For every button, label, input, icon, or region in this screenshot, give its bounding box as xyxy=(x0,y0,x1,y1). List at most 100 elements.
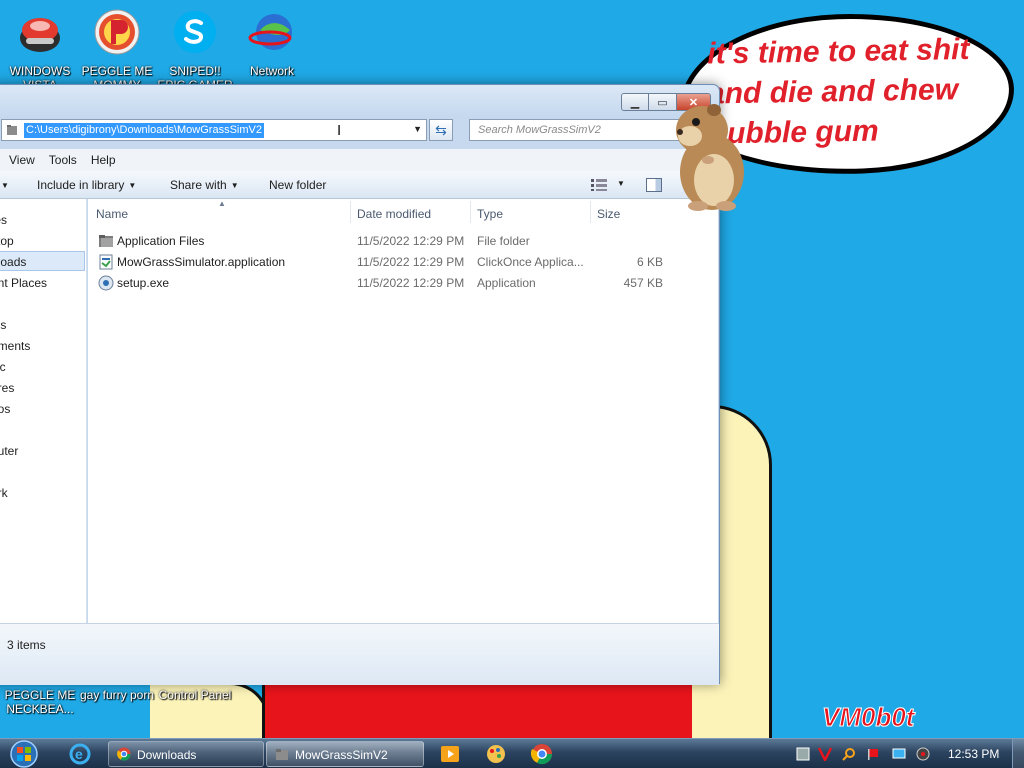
include-in-library-button[interactable]: Include in library ▼ xyxy=(37,178,136,192)
globe-icon xyxy=(20,18,60,52)
nav-item-videos[interactable]: eos xyxy=(0,402,10,416)
status-bar: 3 items xyxy=(0,623,719,685)
nav-item-documents[interactable]: uments xyxy=(0,339,30,353)
taskbar-button-downloads[interactable]: Downloads xyxy=(108,741,264,767)
preview-pane-icon[interactable] xyxy=(646,178,662,192)
tray-monitor-icon[interactable] xyxy=(892,747,906,761)
nav-item-libraries[interactable]: ies xyxy=(0,318,6,332)
tray-flag-icon[interactable] xyxy=(866,747,880,761)
file-size: 6 KB xyxy=(636,255,663,269)
column-separator[interactable] xyxy=(470,201,471,223)
address-row: C:\Users\digibrony\Downloads\MowGrassSim… xyxy=(0,119,719,149)
tray-volume-icon[interactable] xyxy=(916,747,930,761)
tray-antivirus-icon[interactable] xyxy=(818,747,832,761)
chevron-down-icon: ▼ xyxy=(230,181,239,190)
desktop-icon-sniped-epic-gamer[interactable]: SNIPED!! EPIC GAMER 360 xyxy=(155,8,235,92)
folder-icon xyxy=(99,235,113,247)
refresh-button[interactable]: ⇆ xyxy=(429,119,453,141)
file-row-application-files[interactable]: Application Files 11/5/2022 12:29 PM Fil… xyxy=(88,231,718,252)
file-name: MowGrassSimulator.application xyxy=(117,255,286,269)
file-row-setup-exe[interactable]: setup.exe 11/5/2022 12:29 PM Application… xyxy=(88,273,718,294)
column-header-size[interactable]: Size xyxy=(597,207,620,221)
folder-icon xyxy=(7,125,17,135)
file-date: 11/5/2022 12:29 PM xyxy=(357,276,465,290)
nav-item-recent-places[interactable]: ent Places xyxy=(0,276,47,290)
nav-item-downloads[interactable]: nloads xyxy=(0,255,26,269)
menu-help[interactable]: Help xyxy=(91,153,116,167)
new-folder-button[interactable]: New folder xyxy=(269,178,326,192)
column-header-name[interactable]: Name xyxy=(96,207,128,221)
sort-ascending-icon: ▲ xyxy=(218,199,226,208)
file-date: 11/5/2022 12:29 PM xyxy=(357,255,465,269)
desktop-icon-label: gay furry porn xyxy=(79,688,155,702)
paint-icon[interactable] xyxy=(484,742,508,766)
column-separator[interactable] xyxy=(350,201,351,223)
setup-exe-icon xyxy=(98,275,114,291)
minimize-button[interactable]: ▁ xyxy=(621,93,649,111)
chevron-down-icon[interactable]: ▼ xyxy=(617,179,625,188)
chevron-down-icon: ▼ xyxy=(128,181,137,190)
file-date: 11/5/2022 12:29 PM xyxy=(357,234,465,248)
taskbar-button-mowgrasssimv2[interactable]: MowGrassSimV2 xyxy=(266,741,424,767)
desktop-icon-label: Control Panel xyxy=(158,688,232,702)
nav-item-network[interactable]: ork xyxy=(0,486,8,500)
nav-item-pictures[interactable]: ures xyxy=(0,381,14,395)
menu-bar: View Tools Help xyxy=(0,149,719,171)
explorer-window: ▁ ▭ ✕ C:\Users\digibrony\Downloads\MowGr… xyxy=(0,84,720,685)
address-bar[interactable]: C:\Users\digibrony\Downloads\MowGrassSim… xyxy=(1,119,427,141)
show-desktop-button[interactable] xyxy=(1012,739,1024,768)
signature-text: VM0b0t xyxy=(821,702,915,733)
tray-search-icon[interactable] xyxy=(842,747,856,761)
view-options-icon[interactable] xyxy=(591,179,607,191)
desktop-icon-peggle-neckbeard[interactable]: PEGGLE ME NECKBEA... xyxy=(0,688,80,716)
desktop-icon-network[interactable]: Network xyxy=(232,8,312,92)
menu-tools[interactable]: Tools xyxy=(49,153,77,167)
speech-line-1: it's time to eat shit xyxy=(707,32,970,71)
desktop-icon-folder[interactable]: gay furry porn xyxy=(77,688,157,716)
column-separator[interactable] xyxy=(590,201,591,223)
file-type: ClickOnce Applica... xyxy=(477,255,584,269)
taskbar-clock[interactable]: 12:53 PM xyxy=(948,747,999,761)
column-header-date-modified[interactable]: Date modified xyxy=(357,207,431,221)
refresh-icon: ⇆ xyxy=(435,122,447,138)
share-with-label: Share with xyxy=(170,178,227,192)
media-player-icon[interactable] xyxy=(438,742,462,766)
start-button[interactable] xyxy=(6,740,42,768)
desktop-icon-label: PEGGLE ME NECKBEA... xyxy=(4,688,76,716)
folder-icon xyxy=(276,749,288,760)
file-name: Application Files xyxy=(117,234,205,248)
search-input[interactable]: Search MowGrassSimV2 xyxy=(469,119,689,141)
column-header-type[interactable]: Type xyxy=(477,207,503,221)
svg-text:e: e xyxy=(75,746,83,762)
chrome-icon[interactable] xyxy=(530,742,554,766)
skype-icon xyxy=(174,11,216,53)
include-in-library-label: Include in library xyxy=(37,178,125,192)
desktop-icon-peggle-me-mommy[interactable]: PEGGLE ME MOMMY xyxy=(77,8,157,92)
file-row-mowgrasssimulator-application[interactable]: MowGrassSimulator.application 11/5/2022 … xyxy=(88,252,718,273)
maximize-icon: ▭ xyxy=(657,96,668,109)
text-cursor-icon: I xyxy=(337,122,342,139)
file-type: File folder xyxy=(477,234,530,248)
internet-explorer-icon[interactable]: e xyxy=(68,742,92,766)
organize-dropdown-icon[interactable]: ▼ xyxy=(0,178,9,192)
chrome-icon xyxy=(117,747,131,761)
peggle-icon xyxy=(94,9,140,55)
nav-item-music[interactable]: sic xyxy=(0,360,6,374)
file-list: ▲ Name Date modified Type Size Applicati… xyxy=(88,199,718,623)
tray-network-icon[interactable] xyxy=(796,747,810,761)
address-path[interactable]: C:\Users\digibrony\Downloads\MowGrassSim… xyxy=(24,123,264,138)
desktop-icon-control-panel[interactable]: Control Panel xyxy=(155,688,235,716)
window-titlebar[interactable]: ▁ ▭ ✕ xyxy=(0,85,719,119)
command-toolbar: ▼ Include in library ▼ Share with ▼ New fo… xyxy=(0,171,719,199)
taskbar: e Downloads MowGrassSimV2 12:53 PM xyxy=(0,738,1024,768)
desktop-icon-windows-vista[interactable]: WINDOWS VISTA xyxy=(0,8,80,92)
item-count: 3 items xyxy=(7,638,46,652)
share-with-button[interactable]: Share with ▼ xyxy=(170,178,239,192)
chevron-down-icon[interactable]: ▼ xyxy=(413,124,422,134)
menu-view[interactable]: View xyxy=(9,153,35,167)
nav-item-computer[interactable]: outer xyxy=(0,444,18,458)
nav-item-favorites[interactable]: tes xyxy=(0,213,7,227)
nav-item-desktop[interactable]: ktop xyxy=(0,234,14,248)
taskbar-button-label: MowGrassSimV2 xyxy=(295,748,388,762)
file-name: setup.exe xyxy=(117,276,170,290)
